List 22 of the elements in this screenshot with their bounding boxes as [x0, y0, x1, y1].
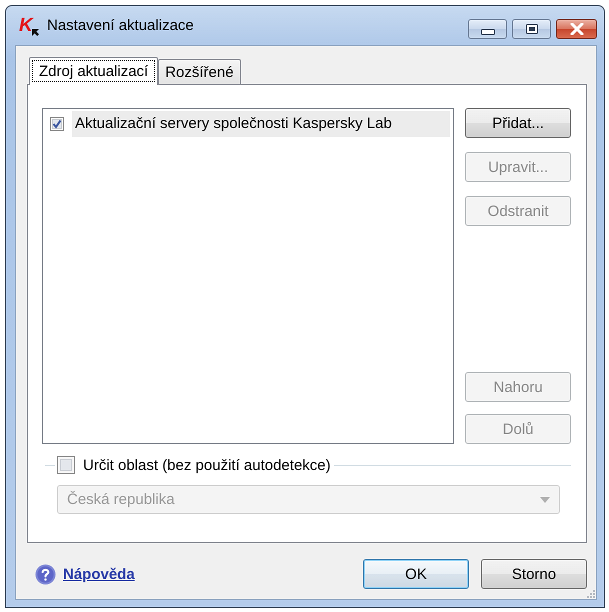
close-icon: [570, 23, 584, 35]
resize-grip-icon: [586, 589, 595, 598]
cursor-arrow-icon: [32, 28, 39, 36]
window-title: Nastavení aktualizace: [47, 17, 195, 34]
app-logo: K: [19, 16, 33, 36]
dialog-button[interactable]: Storno: [481, 559, 587, 589]
checkbox[interactable]: [57, 456, 75, 474]
list-item[interactable]: Aktualizační servery společnosti Kaspersky Lab: [72, 111, 450, 137]
help-link[interactable]: Nápověda: [63, 566, 135, 582]
tab[interactable]: Rozšířené: [158, 59, 241, 84]
dialog-button[interactable]: OK: [363, 559, 469, 589]
checkbox-label[interactable]: Určit oblast (bez použití autodetekce): [83, 456, 331, 474]
close-button[interactable]: [556, 19, 597, 39]
caret-icon: [540, 496, 550, 502]
maximize-icon: [526, 24, 538, 34]
minimize-button[interactable]: [468, 19, 507, 39]
maximize-button[interactable]: [512, 19, 551, 39]
help-icon: [35, 564, 56, 584]
minimize-icon: [480, 28, 494, 34]
dialog-button[interactable]: Přidat...: [465, 108, 571, 138]
tab[interactable]: Zdroj aktualizací: [29, 57, 158, 85]
checkbox[interactable]: [50, 117, 64, 131]
